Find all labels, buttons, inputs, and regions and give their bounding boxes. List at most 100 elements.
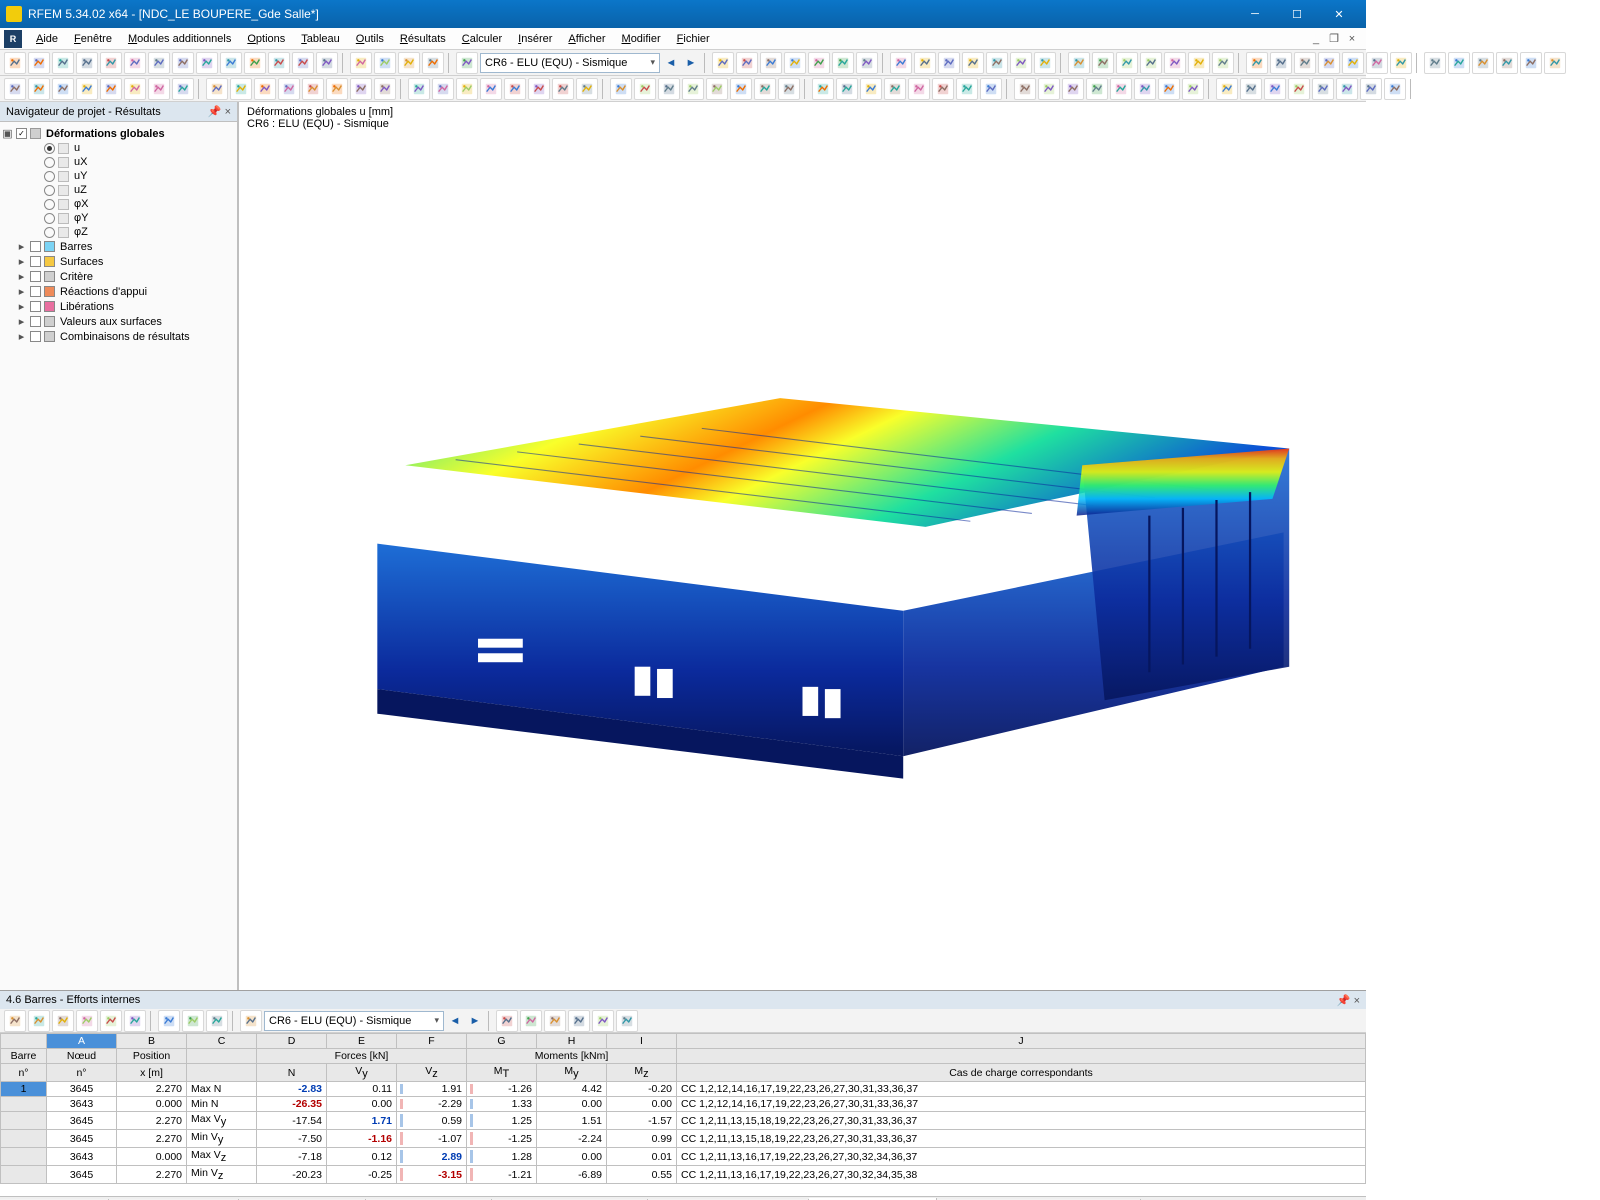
tb2-tool-27[interactable] [682, 78, 704, 100]
tb2-tool-30[interactable] [754, 78, 776, 100]
tbl-btn3-0[interactable] [496, 1010, 518, 1032]
tb1-tool-30[interactable] [1472, 52, 1494, 74]
tbl-btn3-1[interactable] [520, 1010, 542, 1032]
tb2-tool-50[interactable] [1264, 78, 1286, 100]
tbl-btn-2[interactable] [52, 1010, 74, 1032]
tb1-tool-4[interactable] [808, 52, 830, 74]
tb2-tool-24[interactable] [610, 78, 632, 100]
tb1-view-1[interactable] [374, 52, 396, 74]
tb1-tool-20[interactable] [1212, 52, 1234, 74]
tb1-btn-12[interactable] [292, 52, 314, 74]
tbl-btn3-2[interactable] [544, 1010, 566, 1032]
mdi-close-button[interactable]: × [1344, 32, 1360, 46]
tb2-tool-13[interactable] [326, 78, 348, 100]
tree-group-crit-re[interactable]: ▸Critère [2, 269, 235, 284]
tb1-tool-29[interactable] [1448, 52, 1470, 74]
tb2-tool-48[interactable] [1216, 78, 1238, 100]
menu-outils[interactable]: Outils [348, 30, 392, 48]
tb1-tool-11[interactable] [986, 52, 1008, 74]
tb2-tool-11[interactable] [278, 78, 300, 100]
menu-options[interactable]: Options [239, 30, 293, 48]
maximize-button[interactable]: ☐ [1276, 3, 1318, 25]
tbl-btn3-5[interactable] [616, 1010, 638, 1032]
tb2-tool-32[interactable] [812, 78, 834, 100]
tb1-tool-31[interactable] [1496, 52, 1518, 74]
tb2-tool-49[interactable] [1240, 78, 1262, 100]
tb2-tool-2[interactable] [52, 78, 74, 100]
tb2-tool-45[interactable] [1134, 78, 1156, 100]
tb2-tool-0[interactable] [4, 78, 26, 100]
tb1-tool-12[interactable] [1010, 52, 1032, 74]
pin-icon[interactable]: 📌 [208, 106, 222, 118]
tb2-tool-6[interactable] [148, 78, 170, 100]
tree-sub-uX[interactable]: uX [2, 155, 235, 169]
table-lc-nav[interactable]: ◄ [446, 1012, 464, 1030]
tb2-tool-54[interactable] [1360, 78, 1382, 100]
table-pin-icon[interactable]: 📌 [1337, 995, 1351, 1007]
tb2-tool-10[interactable] [254, 78, 276, 100]
tb1-tool-23[interactable] [1294, 52, 1316, 74]
menu-modules additionnels[interactable]: Modules additionnels [120, 30, 239, 48]
menu-résultats[interactable]: Résultats [392, 30, 454, 48]
tb2-tool-42[interactable] [1062, 78, 1084, 100]
tb2-tool-15[interactable] [374, 78, 396, 100]
tb1-btn-0[interactable] [4, 52, 26, 74]
tb1-tool-32[interactable] [1520, 52, 1542, 74]
tb1-btn-7[interactable] [172, 52, 194, 74]
tb1-view-0[interactable] [350, 52, 372, 74]
tbl-btn-3[interactable] [76, 1010, 98, 1032]
table-close-icon[interactable]: × [1354, 995, 1360, 1007]
tb2-tool-34[interactable] [860, 78, 882, 100]
tb1-btn-8[interactable] [196, 52, 218, 74]
mdi-minimize-button[interactable]: _ [1308, 32, 1324, 46]
tbl-btn-5[interactable] [124, 1010, 146, 1032]
tree-group-surfaces[interactable]: ▸Surfaces [2, 254, 235, 269]
tb2-tool-53[interactable] [1336, 78, 1358, 100]
results-tree[interactable]: ▣✓Déformations globalesuuXuYuZφXφYφZ▸Bar… [0, 122, 237, 990]
tb1-tool-24[interactable] [1318, 52, 1340, 74]
mdi-restore-button[interactable]: ❐ [1326, 32, 1342, 46]
tb1-tool-9[interactable] [938, 52, 960, 74]
tb2-tool-22[interactable] [552, 78, 574, 100]
panel-close-icon[interactable]: × [225, 106, 231, 118]
menu-tableau[interactable]: Tableau [293, 30, 348, 48]
tb1-tool-7[interactable] [890, 52, 912, 74]
tbl-btn-0[interactable] [4, 1010, 26, 1032]
menu-fenêtre[interactable]: Fenêtre [66, 30, 120, 48]
tb1-tool-1[interactable] [736, 52, 758, 74]
loadcase-nav[interactable]: ► [682, 54, 700, 72]
tb2-tool-19[interactable] [480, 78, 502, 100]
tb1-tool-26[interactable] [1366, 52, 1388, 74]
tb2-tool-23[interactable] [576, 78, 598, 100]
menu-fichier[interactable]: Fichier [669, 30, 718, 48]
tb1-tool-17[interactable] [1140, 52, 1162, 74]
menu-afficher[interactable]: Afficher [560, 30, 613, 48]
tbl-btn3-4[interactable] [592, 1010, 614, 1032]
menu-aide[interactable]: Aide [28, 30, 66, 48]
model-viewport[interactable]: Déformations globales u [mm] CR6 : ELU (… [238, 102, 1366, 990]
tbl-btn-1[interactable] [28, 1010, 50, 1032]
tbl-lc-icon[interactable] [240, 1010, 262, 1032]
tree-sub-u[interactable]: u [2, 141, 235, 155]
tb1-tool-21[interactable] [1246, 52, 1268, 74]
tb2-tool-37[interactable] [932, 78, 954, 100]
tb2-tool-3[interactable] [76, 78, 98, 100]
tree-deformations-globales[interactable]: ▣✓Déformations globales [2, 126, 235, 141]
tb1-btn-3[interactable] [76, 52, 98, 74]
tree-group-r-actions-d-appui[interactable]: ▸Réactions d'appui [2, 284, 235, 299]
menu-insérer[interactable]: Insérer [510, 30, 560, 48]
tree-sub-φY[interactable]: φY [2, 211, 235, 225]
tree-sub-uY[interactable]: uY [2, 169, 235, 183]
tb1-tool-6[interactable] [856, 52, 878, 74]
tb2-tool-36[interactable] [908, 78, 930, 100]
loadcase-combo[interactable]: CR6 - ELU (EQU) - Sismique [480, 53, 660, 73]
tb2-tool-25[interactable] [634, 78, 656, 100]
tb2-tool-41[interactable] [1038, 78, 1060, 100]
tb1-btn-9[interactable] [220, 52, 242, 74]
tbl-btn2-2[interactable] [206, 1010, 228, 1032]
tb2-tool-46[interactable] [1158, 78, 1180, 100]
tb1-tool-8[interactable] [914, 52, 936, 74]
tb2-tool-1[interactable] [28, 78, 50, 100]
tb1-btn-10[interactable] [244, 52, 266, 74]
tb1-tool-25[interactable] [1342, 52, 1364, 74]
